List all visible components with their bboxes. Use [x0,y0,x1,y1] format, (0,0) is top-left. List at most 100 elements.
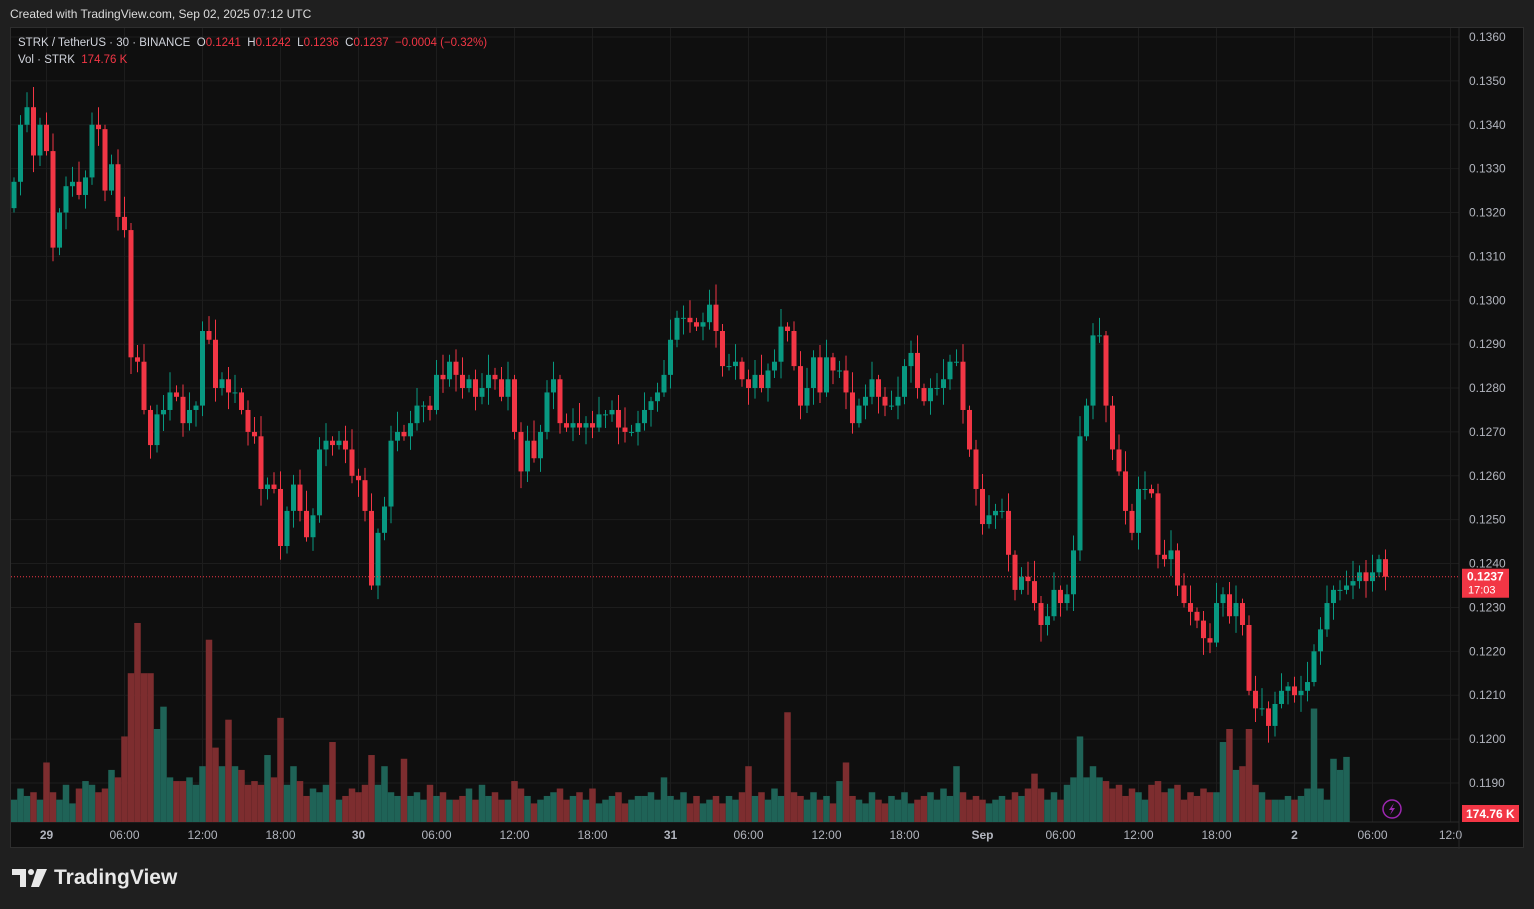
volume-bar [30,792,37,822]
volume-bar [751,795,759,822]
volume-bar [1193,795,1201,822]
candle-body [434,374,439,410]
candle-body [1188,603,1193,612]
candle-body [232,392,238,394]
time-tick-label: 12:00 [1123,828,1153,842]
volume-bar [790,792,798,822]
candle-body [1155,493,1161,555]
candle-body [102,129,108,191]
candle-body [226,379,231,393]
candle-body [531,440,537,459]
candle-body [141,361,147,410]
candle-body [1071,550,1076,595]
created-caption: Created with TradingView.com, Sep 02, 20… [10,7,312,21]
candle-body [544,392,550,432]
candle-body [453,361,459,375]
volume-bar [1226,729,1233,822]
candle-body [1149,488,1154,494]
candle-body [336,440,342,446]
volume-bar [972,795,980,822]
volume-bar [953,766,960,822]
chart-panel[interactable]: 0.1360 0.1350 0.1340 0.1330 0.1320 0.1310 0.13… [10,27,1525,849]
volume-bar [602,799,609,822]
symbol-title[interactable]: STRK / TetherUS · 30 · BINANCE [18,37,190,49]
candle-body [687,317,693,323]
volume-bar [777,795,785,822]
candle-body [148,409,153,446]
candle-body [1383,559,1388,577]
volume-bar [979,799,986,822]
volume-bar [1330,758,1337,822]
candlestick-chart[interactable]: 0.1360 0.1350 0.1340 0.1330 0.1320 0.1310 0.13… [11,28,1525,849]
price-tick-label: 0.1240 [1469,557,1506,571]
candle-body [1136,488,1141,533]
candle-body [778,326,784,362]
volume-bar [1278,799,1285,822]
volume-bar [1044,799,1051,822]
candle-body [239,392,244,410]
volume-bar [1128,788,1136,822]
time-tick-label: 31 [664,828,678,842]
candle-body [746,379,751,389]
tradingview-logo[interactable]: TradingView [12,866,177,890]
candle-body [57,212,62,248]
candle-body [583,423,589,428]
volume-bar [348,788,356,822]
candle-body [89,124,95,178]
candle-body [629,431,634,433]
volume-bar [608,795,616,822]
candle-body [824,357,829,393]
volume-bar [238,769,245,822]
tradingview-logo-icon [12,869,47,887]
volume-bar [985,803,993,822]
volume-label[interactable]: Vol · STRK [18,54,75,66]
volume-bar [205,639,213,822]
volume-bar [108,769,115,822]
lightning-icon-glyph [1389,803,1395,815]
price-tick-label: 0.1320 [1469,206,1506,220]
volume-bar [680,792,687,822]
candle-body [122,216,127,231]
volume-bar [1102,781,1110,822]
candle-body [1233,603,1239,617]
volume-bar [244,784,252,822]
time-tick-label: 2 [1291,828,1298,842]
volume-bar [641,795,648,822]
candle-body [707,304,712,323]
candle-body [213,339,218,389]
candle-body [713,304,719,331]
volume-bar [1180,799,1188,822]
volume-bar [504,799,512,822]
candle-body [362,480,368,511]
time-tick-label: 12:00 [187,828,217,842]
price-tick-label: 0.1250 [1469,513,1506,527]
volume-bar [1148,784,1155,822]
candle-body [609,409,615,415]
candle-body [1207,638,1213,643]
candle-body [356,475,361,481]
volume-bar [517,788,525,822]
volume-bar [901,792,908,822]
volume-bar [160,706,167,822]
candle-body [1201,620,1206,639]
candle-body [772,361,777,371]
price-tick-label: 0.1230 [1469,600,1506,614]
candle-body [31,107,36,156]
volume-bar [478,784,486,822]
volume-bar [712,795,720,822]
volume-bar [485,795,492,822]
volume-value: 174.76 K [81,54,128,66]
candle-body [655,392,660,402]
candle-body [343,440,348,450]
volume-bar [1057,799,1064,822]
candle-body [1045,616,1050,625]
volume-bar [413,792,421,822]
volume-bar [231,766,239,822]
candle-body [1064,594,1070,604]
volume-bar [1141,799,1149,822]
volume-bar [660,777,668,822]
candle-body [876,379,881,397]
volume-bar [1336,769,1344,822]
candle-body [18,124,23,182]
candle-body [785,326,790,331]
